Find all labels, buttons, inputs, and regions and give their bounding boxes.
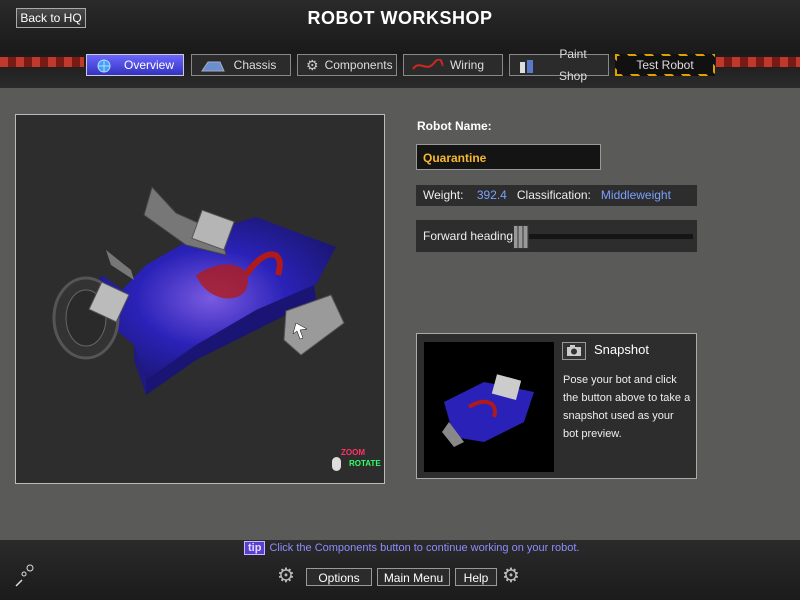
tip-text: Click the Components button to continue … (269, 542, 580, 554)
classification-value: Middleweight (600, 188, 671, 202)
tab-test-robot[interactable]: Test Robot (615, 54, 715, 76)
main-menu-button[interactable]: Main Menu (377, 568, 450, 586)
gear-icon-left: ⚙ (277, 565, 295, 587)
forward-heading-slider[interactable] (515, 234, 693, 239)
snapshot-title: Snapshot (594, 342, 649, 357)
tab-chassis[interactable]: Chassis (191, 54, 291, 76)
tab-overview[interactable]: Overview (86, 54, 184, 76)
options-button[interactable]: Options (306, 568, 372, 586)
camera-icon[interactable] (562, 342, 586, 360)
tab-wiring[interactable]: Wiring (403, 54, 503, 76)
status-indicator-icon (12, 562, 38, 588)
robot-model (52, 186, 345, 395)
robot-name-label: Robot Name: (417, 119, 492, 133)
snapshot-description: Pose your bot and click the button above… (563, 374, 691, 440)
snapshot-preview (424, 342, 554, 472)
wire-decoration-right (716, 57, 800, 67)
gear-icon: ⚙ (306, 57, 319, 73)
gear-icon-right: ⚙ (502, 565, 520, 587)
tab-paint-shop[interactable]: Paint Shop (509, 47, 609, 83)
tab-components[interactable]: ⚙ Components (297, 54, 397, 76)
zoom-hint: ZOOM (341, 448, 365, 457)
globe-icon (95, 58, 115, 73)
page-title: ROBOT WORKSHOP (307, 8, 493, 28)
wire-decoration-left (0, 57, 84, 67)
robot-stats: Weight: 392.4 Classification: Middleweig… (416, 185, 697, 206)
rotate-hint: ROTATE (349, 459, 381, 468)
wire-icon (412, 58, 444, 72)
help-button[interactable]: Help (455, 568, 497, 586)
robot-3d-viewport[interactable]: ZOOM ROTATE (15, 114, 385, 484)
tip-badge: tip (244, 541, 266, 555)
robot-name-field[interactable]: Quarantine (416, 144, 601, 170)
chassis-icon (200, 58, 225, 72)
mouse-icon (332, 457, 341, 471)
tip-bar: tip Click the Components button to contin… (244, 541, 580, 555)
paint-icon (518, 58, 538, 73)
slider-handle[interactable] (513, 225, 529, 249)
weight-value: 392.4 (476, 188, 507, 202)
